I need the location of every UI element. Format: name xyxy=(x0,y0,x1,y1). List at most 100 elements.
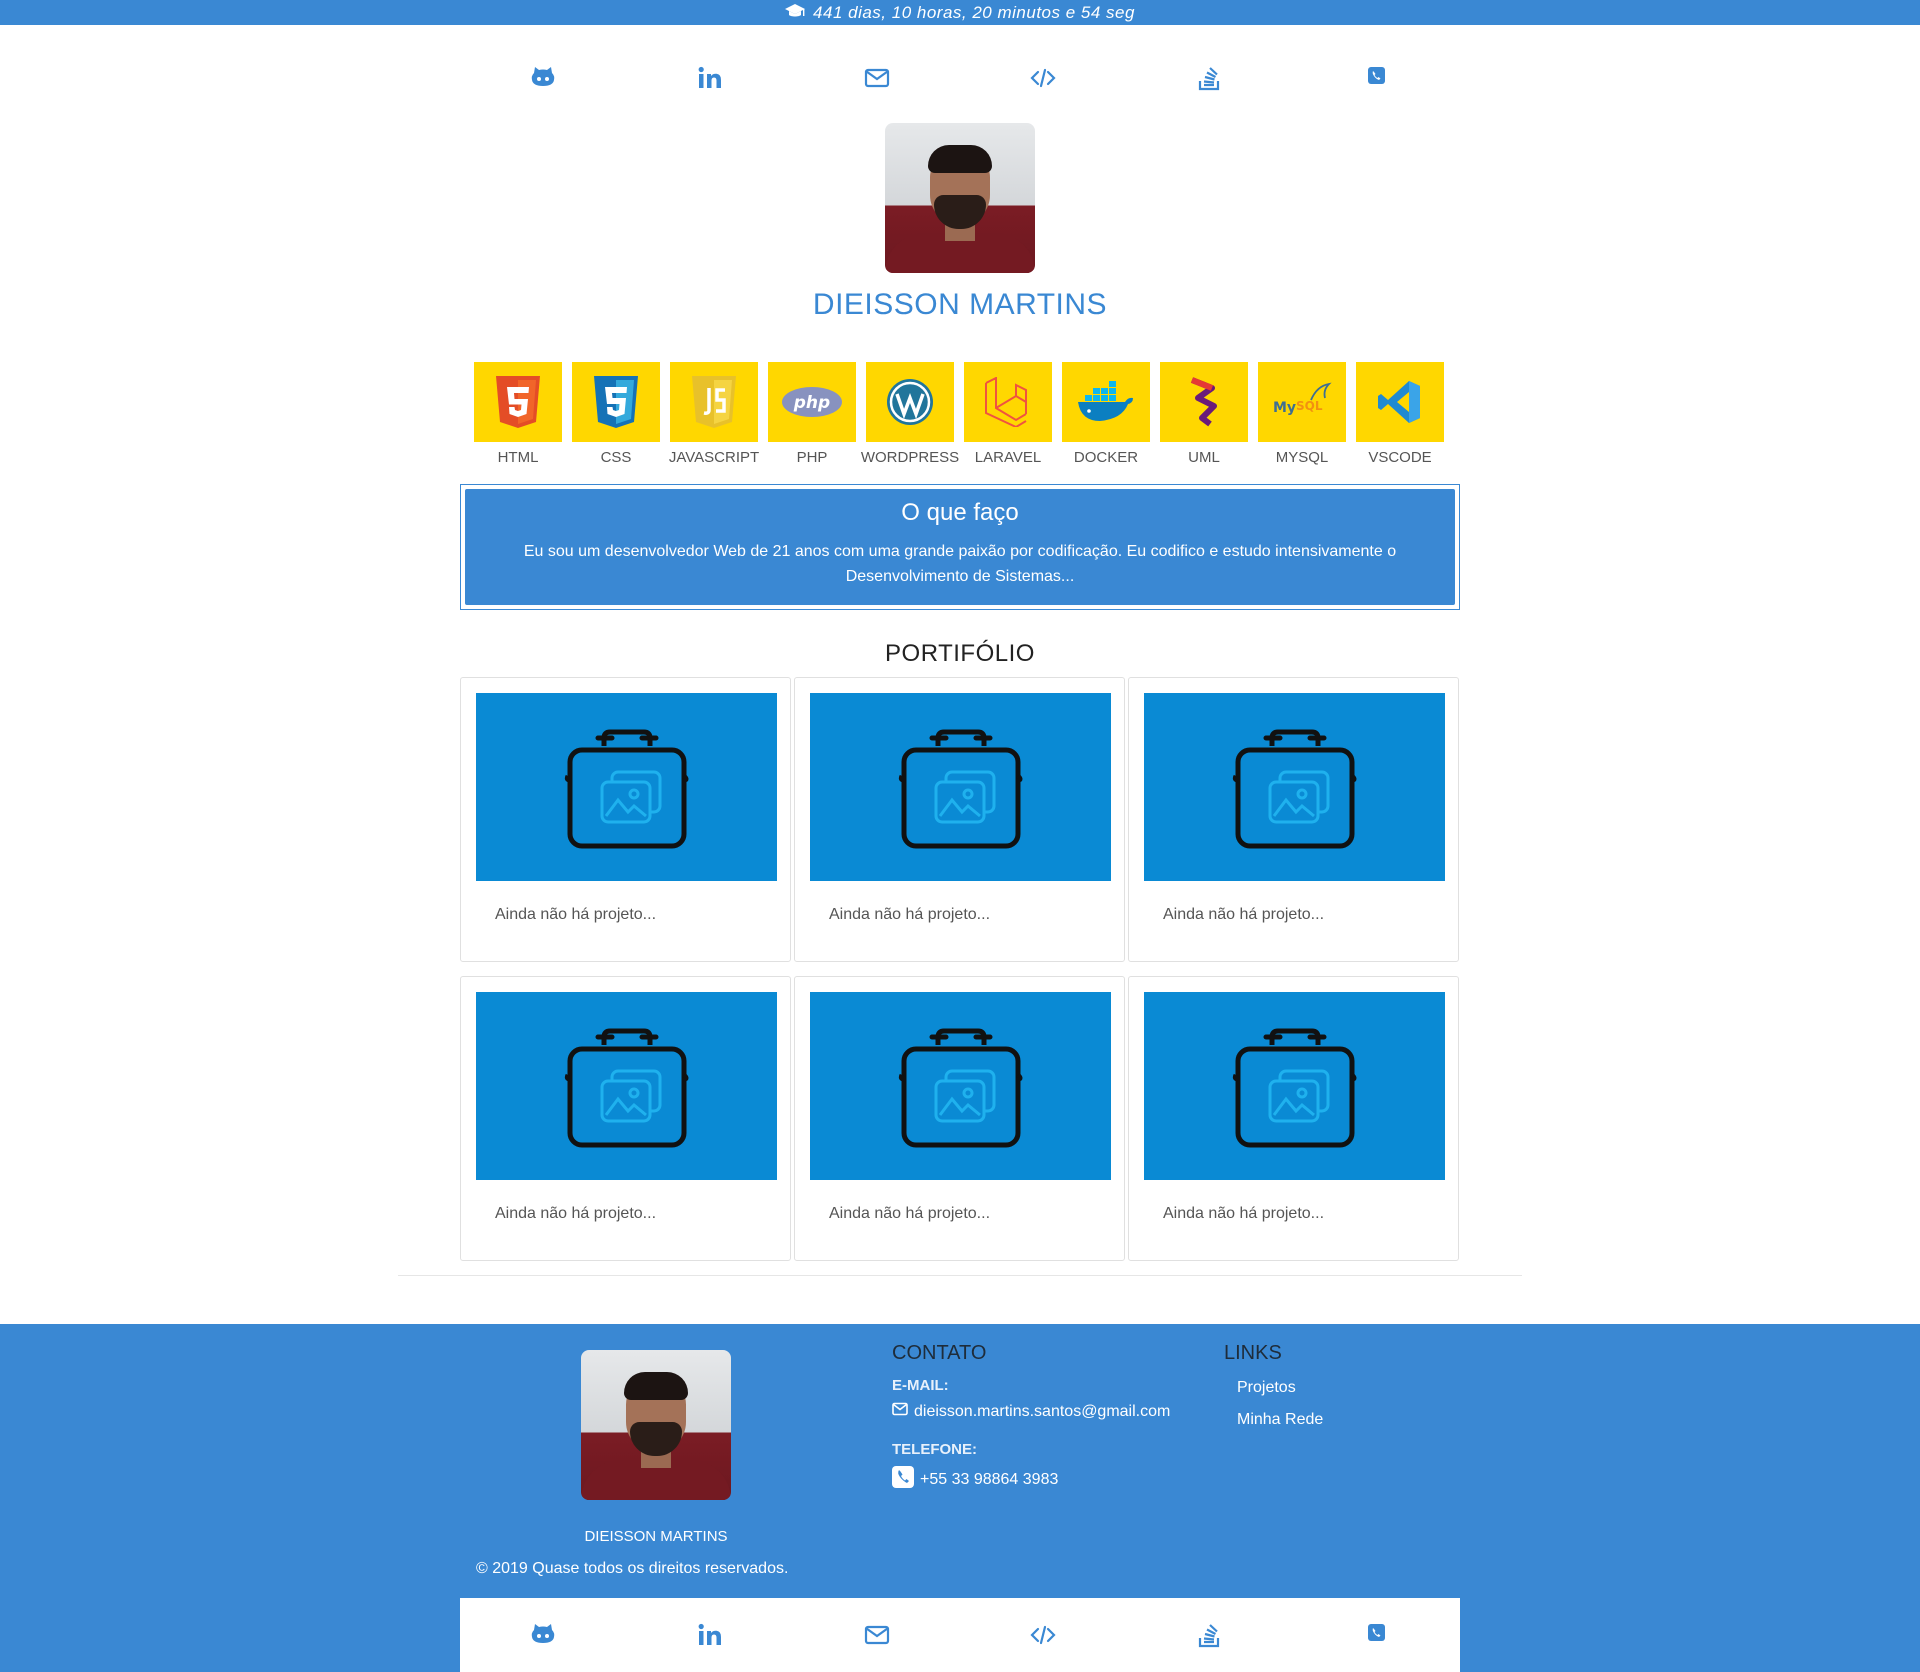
section-divider xyxy=(398,1275,1522,1276)
phone-icon[interactable] xyxy=(1293,1605,1460,1665)
countdown-text: 441 dias, 10 horas, 20 minutos e 54 seg xyxy=(813,2,1135,22)
stackoverflow-icon[interactable] xyxy=(1127,48,1294,108)
briefcase-gallery-icon xyxy=(564,729,688,849)
footer-name: DIEISSON MARTINS xyxy=(584,1528,728,1545)
envelope-icon[interactable] xyxy=(793,1605,960,1665)
svg-text:SQL: SQL xyxy=(1296,399,1323,413)
wordpress-icon xyxy=(866,362,954,442)
laravel-icon xyxy=(964,362,1052,442)
mysql-icon: My SQL xyxy=(1258,362,1346,442)
skill-label: PHP xyxy=(796,449,828,466)
links-section: LINKS Projetos Minha Rede xyxy=(1224,1342,1323,1429)
briefcase-gallery-icon xyxy=(1232,1028,1356,1148)
skill-css: CSS xyxy=(572,362,660,466)
portfolio-caption: Ainda não há projeto... xyxy=(495,1205,657,1222)
portfolio-caption: Ainda não há projeto... xyxy=(1163,906,1325,923)
portfolio-placeholder-image xyxy=(476,992,777,1180)
css3-icon xyxy=(572,362,660,442)
portfolio-placeholder-image xyxy=(476,693,777,881)
portfolio-placeholder-image xyxy=(810,693,1111,881)
copyright: © 2019 Quase todos os direitos reservado… xyxy=(476,1560,789,1577)
links-title: LINKS xyxy=(1224,1342,1282,1364)
stackoverflow-icon[interactable] xyxy=(1127,1605,1294,1665)
about-text: Eu sou um desenvolvedor Web de 21 anos c… xyxy=(523,543,1397,585)
svg-text:My: My xyxy=(1273,400,1296,416)
svg-text:php: php xyxy=(793,393,830,413)
briefcase-gallery-icon xyxy=(564,1028,688,1148)
portfolio-card[interactable]: Ainda não há projeto... xyxy=(1128,976,1459,1261)
skill-label: CSS xyxy=(600,449,632,466)
docker-icon xyxy=(1062,362,1150,442)
php-icon: php xyxy=(768,362,856,442)
code-icon[interactable] xyxy=(960,48,1127,108)
portfolio-title: PORTIFÓLIO xyxy=(885,640,1035,667)
portfolio-caption: Ainda não há projeto... xyxy=(1163,1205,1325,1222)
linkedin-icon[interactable] xyxy=(627,1605,794,1665)
skill-label: LARAVEL xyxy=(974,449,1042,466)
portfolio-caption: Ainda não há projeto... xyxy=(829,906,991,923)
skill-mysql: My SQL MYSQL xyxy=(1258,362,1346,466)
linkedin-icon[interactable] xyxy=(627,48,794,108)
countdown-bar: 441 dias, 10 horas, 20 minutos e 54 seg xyxy=(0,0,1920,25)
social-nav-bottom-container xyxy=(460,1598,1460,1672)
skill-label: JAVASCRIPT xyxy=(668,449,760,466)
github-icon[interactable] xyxy=(460,1605,627,1665)
portfolio-grid: Ainda não há projeto... Ainda não há proj… xyxy=(460,677,1460,1261)
skill-label: UML xyxy=(1188,449,1220,466)
phone-icon xyxy=(892,1466,914,1493)
about-title: O que faço xyxy=(901,499,1019,526)
phone-label: TELEFONE: xyxy=(892,1441,977,1458)
briefcase-gallery-icon xyxy=(898,1028,1022,1148)
email-row[interactable]: dieisson.martins.santos@gmail.com xyxy=(892,1402,1170,1421)
social-nav-bottom xyxy=(460,1605,1460,1665)
phone-value: +55 33 98864 3983 xyxy=(920,1470,1059,1488)
contact-title: CONTATO xyxy=(892,1342,987,1364)
github-icon[interactable] xyxy=(460,48,627,108)
skill-docker: DOCKER xyxy=(1062,362,1150,466)
footer-avatar xyxy=(581,1350,731,1500)
vscode-icon xyxy=(1356,362,1444,442)
envelope-icon[interactable] xyxy=(793,48,960,108)
skill-php: php PHP xyxy=(768,362,856,466)
portfolio-placeholder-image xyxy=(1144,693,1445,881)
phone-row[interactable]: +55 33 98864 3983 xyxy=(892,1466,1170,1493)
portfolio-card[interactable]: Ainda não há projeto... xyxy=(460,677,791,962)
email-value: dieisson.martins.santos@gmail.com xyxy=(914,1402,1171,1420)
portfolio-card[interactable]: Ainda não há projeto... xyxy=(794,976,1125,1261)
skill-label: MYSQL xyxy=(1275,449,1329,466)
envelope-icon xyxy=(892,1402,908,1421)
uml-icon xyxy=(1160,362,1248,442)
skill-label: WORDPRESS xyxy=(860,449,960,466)
javascript-icon xyxy=(670,362,758,442)
graduation-cap-icon xyxy=(785,3,806,23)
briefcase-gallery-icon xyxy=(898,729,1022,849)
skill-label: HTML xyxy=(497,449,539,466)
about-panel: O que faço Eu sou um desenvolvedor Web d… xyxy=(460,484,1460,610)
portfolio-card[interactable]: Ainda não há projeto... xyxy=(460,976,791,1261)
phone-icon[interactable] xyxy=(1293,48,1460,108)
portfolio-placeholder-image xyxy=(810,992,1111,1180)
social-nav-top xyxy=(460,48,1460,108)
skill-html: HTML xyxy=(474,362,562,466)
skill-vscode: VSCODE xyxy=(1356,362,1444,466)
portfolio-card[interactable]: Ainda não há projeto... xyxy=(1128,677,1459,962)
portfolio-caption: Ainda não há projeto... xyxy=(829,1205,991,1222)
link-minha-rede[interactable]: Minha Rede xyxy=(1237,1411,1323,1429)
code-icon[interactable] xyxy=(960,1605,1127,1665)
skill-wordpress: WORDPRESS xyxy=(861,362,959,466)
skills-list: HTML CSS JAVASCRIPT php PHP WORDPRESS LA… xyxy=(474,362,1444,466)
portfolio-placeholder-image xyxy=(1144,992,1445,1180)
email-label: E-MAIL: xyxy=(892,1377,949,1394)
portfolio-caption: Ainda não há projeto... xyxy=(495,906,657,923)
link-projetos[interactable]: Projetos xyxy=(1237,1379,1323,1397)
skill-laravel: LARAVEL xyxy=(964,362,1052,466)
skill-uml: UML xyxy=(1160,362,1248,466)
html5-icon xyxy=(474,362,562,442)
profile-avatar xyxy=(885,123,1035,273)
skill-label: DOCKER xyxy=(1073,449,1139,466)
contact-section: CONTATO E-MAIL: dieisson.martins.santos@… xyxy=(892,1342,1170,1493)
skill-javascript: JAVASCRIPT xyxy=(668,362,760,466)
briefcase-gallery-icon xyxy=(1232,729,1356,849)
profile-name: DIEISSON MARTINS xyxy=(812,288,1108,321)
portfolio-card[interactable]: Ainda não há projeto... xyxy=(794,677,1125,962)
